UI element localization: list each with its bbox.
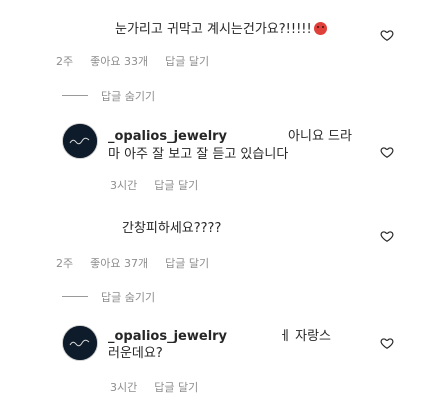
reply-1-line-2: 마 아주 잘 보고 잘 듣고 있습니다 <box>108 147 289 162</box>
reply-2-text-part-1: ㅔ 자랑스 <box>279 329 332 344</box>
comment-1-likes[interactable]: 좋아요 33개 <box>90 55 148 68</box>
comment-1-meta: 2주 좋아요 33개 답글 달기 <box>56 53 209 69</box>
like-heart-icon[interactable] <box>380 229 394 243</box>
avatar[interactable] <box>62 123 98 159</box>
comment-1-body: 눈가리고 귀막고 계시는건가요?!!!!! <box>115 22 312 37</box>
replies-divider <box>62 95 88 96</box>
opalios-logo-icon <box>63 124 97 158</box>
reply-2-username[interactable]: _opalios_jewelry <box>108 329 227 344</box>
angry-face-icon <box>313 22 327 35</box>
reply-1-line-1: _opalios_jewelry 아니요 드라 <box>108 127 352 147</box>
reply-2-age: 3시간 <box>110 381 138 394</box>
comment-1-text: 눈가리고 귀막고 계시는건가요?!!!!! <box>115 20 327 40</box>
comment-1-hide-replies-button[interactable]: 답글 숨기기 <box>101 88 155 104</box>
comment-2-age: 2주 <box>56 257 74 270</box>
reply-1-meta: 3시간 답글 달기 <box>110 177 198 193</box>
comment-2-likes[interactable]: 좋아요 37개 <box>90 257 148 270</box>
reply-1-username[interactable]: _opalios_jewelry <box>108 129 227 144</box>
avatar[interactable] <box>62 325 98 361</box>
reply-1-age: 3시간 <box>110 179 138 192</box>
comment-1-reply-button[interactable]: 답글 달기 <box>165 55 209 68</box>
reply-1-text-part-1: 아니요 드라 <box>288 129 352 144</box>
reply-1-reply-button[interactable]: 답글 달기 <box>154 179 198 192</box>
reply-2-line-2: 러운데요? <box>108 346 163 361</box>
comment-1-age: 2주 <box>56 55 74 68</box>
comment-2-meta: 2주 좋아요 37개 답글 달기 <box>56 255 209 271</box>
like-heart-icon[interactable] <box>380 28 394 42</box>
replies-divider <box>62 296 88 297</box>
reply-2-meta: 3시간 답글 달기 <box>110 379 198 395</box>
reply-2-reply-button[interactable]: 답글 달기 <box>154 381 198 394</box>
like-heart-icon[interactable] <box>380 145 394 159</box>
like-heart-icon[interactable] <box>380 336 394 350</box>
comment-2-reply-button[interactable]: 답글 달기 <box>165 257 209 270</box>
comment-2-hide-replies-button[interactable]: 답글 숨기기 <box>101 289 155 305</box>
opalios-logo-icon <box>63 326 97 360</box>
comment-2-text: 간창피하세요???? <box>122 221 222 236</box>
